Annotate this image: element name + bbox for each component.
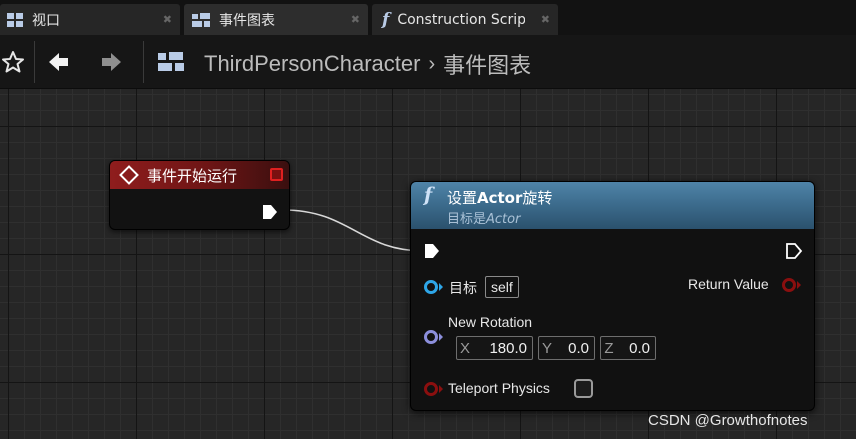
rotation-x-field[interactable]: X 180.0 [456,336,533,360]
tab-label: 事件图表 [219,12,275,29]
teleport-physics-label: Teleport Physics [448,380,550,396]
tab-event-graph[interactable]: 事件图表 ✖ [184,4,368,35]
node-header: 事件开始运行 [110,161,289,189]
graph-canvas[interactable]: 事件开始运行 f 设置Actor旋转 目标是Actor 目标 self Retu… [0,89,856,439]
node-title: 设置Actor旋转 [447,189,553,207]
breadcrumb-separator: › [428,52,436,75]
toolbar-divider [143,41,144,83]
favorite-star-icon[interactable] [0,49,26,75]
pin-arrow-icon [797,281,801,289]
rotation-x-value: 180.0 [489,339,527,357]
close-tab-icon[interactable]: ✖ [351,13,360,26]
tab-label: 视口 [32,12,60,29]
tab-label: Construction Scrip [397,11,526,28]
event-begin-play-node[interactable]: 事件开始运行 [109,160,290,230]
toolbar-divider [34,41,35,83]
event-diamond-icon [119,165,139,185]
axis-label: X [459,339,470,357]
tab-construction-script[interactable]: f Construction Scrip ✖ [372,4,558,35]
teleport-physics-checkbox[interactable] [574,379,593,398]
target-label: 目标 [449,280,477,296]
teleport-physics-input-pin[interactable] [424,382,438,396]
axis-label: Z [604,339,614,357]
exec-output-pin[interactable] [261,203,279,221]
graph-toolbar: ThirdPersonCharacter › 事件图表 [0,35,856,89]
document-tab-bar: 视口 ✖ 事件图表 ✖ f Construction Scrip ✖ [0,0,856,35]
return-value-output-pin[interactable] [782,278,796,292]
breadcrumb-root[interactable]: ThirdPersonCharacter [204,51,420,77]
exec-input-pin[interactable] [423,242,441,260]
rotation-y-field[interactable]: Y 0.0 [538,336,595,360]
return-value-label: Return Value [688,276,769,292]
rotation-z-field[interactable]: Z 0.0 [600,336,656,360]
target-default-value[interactable]: self [485,276,519,298]
node-subtitle: 目标是Actor [447,212,521,227]
node-header: f 设置Actor旋转 目标是Actor [411,182,814,229]
viewport-icon [6,12,24,28]
target-input-pin[interactable] [424,280,438,294]
exec-output-pin[interactable] [785,242,803,260]
pin-arrow-icon [439,385,443,393]
axis-label: Y [541,339,552,357]
new-rotation-input-pin[interactable] [424,330,438,344]
pin-arrow-icon [439,333,443,341]
close-tab-icon[interactable]: ✖ [541,13,550,26]
watermark: CSDN @Growthofnotes [648,412,808,429]
back-arrow-icon[interactable] [46,49,72,75]
function-icon: f [382,9,390,30]
blueprint-graph-icon [155,49,187,75]
close-tab-icon[interactable]: ✖ [163,13,172,26]
rotation-y-value: 0.0 [568,339,589,357]
breadcrumb: ThirdPersonCharacter › 事件图表 [204,48,531,80]
set-actor-rotation-node[interactable]: f 设置Actor旋转 目标是Actor 目标 self Return Valu… [410,181,815,411]
breadcrumb-current[interactable]: 事件图表 [443,48,531,80]
pin-arrow-icon [439,283,443,291]
delegate-pin-icon[interactable] [270,168,283,181]
function-icon: f [424,184,433,206]
rotation-z-value: 0.0 [629,339,650,357]
tab-viewport[interactable]: 视口 ✖ [0,4,180,35]
new-rotation-label: New Rotation [448,314,533,330]
forward-arrow-icon[interactable] [98,49,124,75]
event-graph-icon [191,12,211,28]
node-title: 事件开始运行 [147,166,238,185]
